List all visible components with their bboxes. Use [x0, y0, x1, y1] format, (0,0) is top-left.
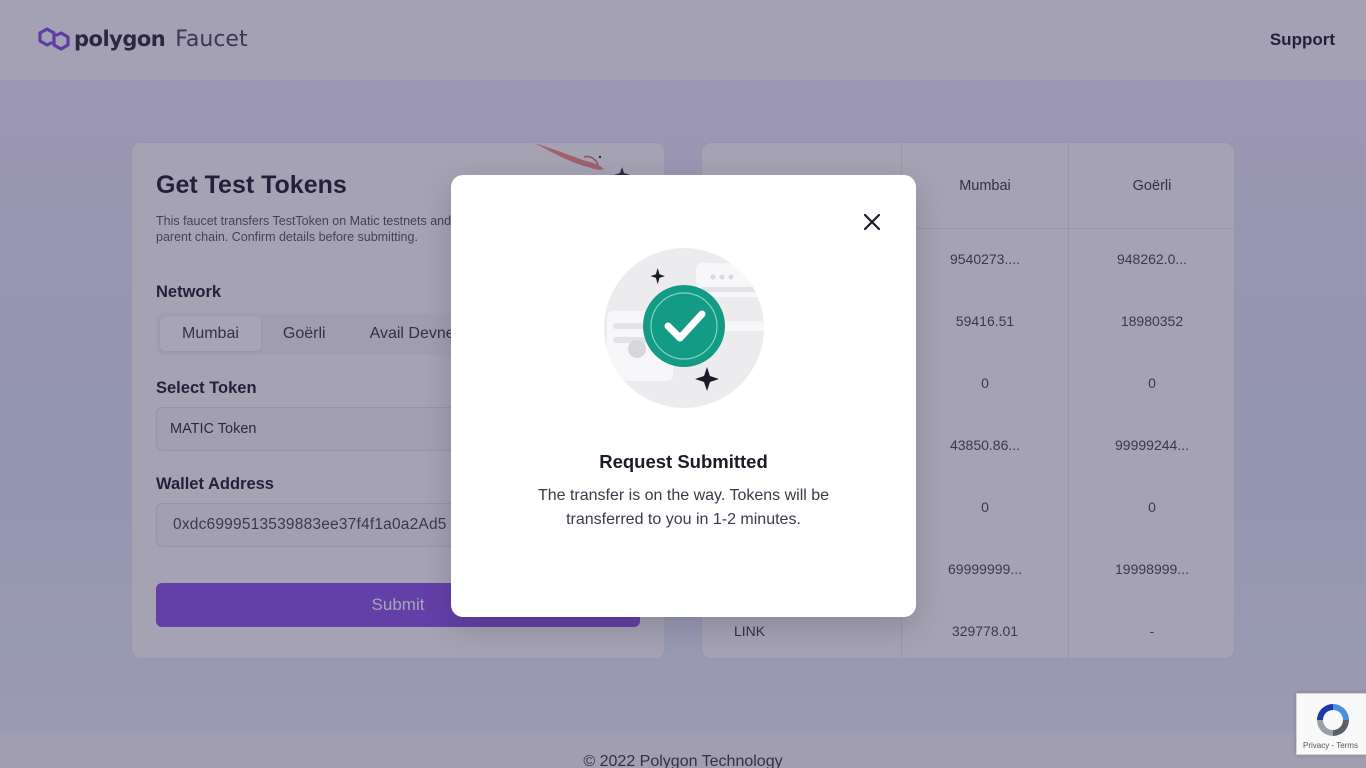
recaptcha-icon [1317, 704, 1349, 736]
modal-message: The transfer is on the way. Tokens will … [537, 487, 830, 528]
success-check-icon [604, 248, 764, 408]
recaptcha-badge[interactable]: Privacy - Terms [1296, 693, 1366, 755]
modal-title: Request Submitted [599, 451, 768, 472]
recaptcha-terms-link[interactable]: Privacy - Terms [1303, 741, 1358, 750]
request-submitted-modal: Request Submitted The transfer is on the… [451, 175, 916, 617]
close-icon[interactable] [860, 210, 884, 234]
